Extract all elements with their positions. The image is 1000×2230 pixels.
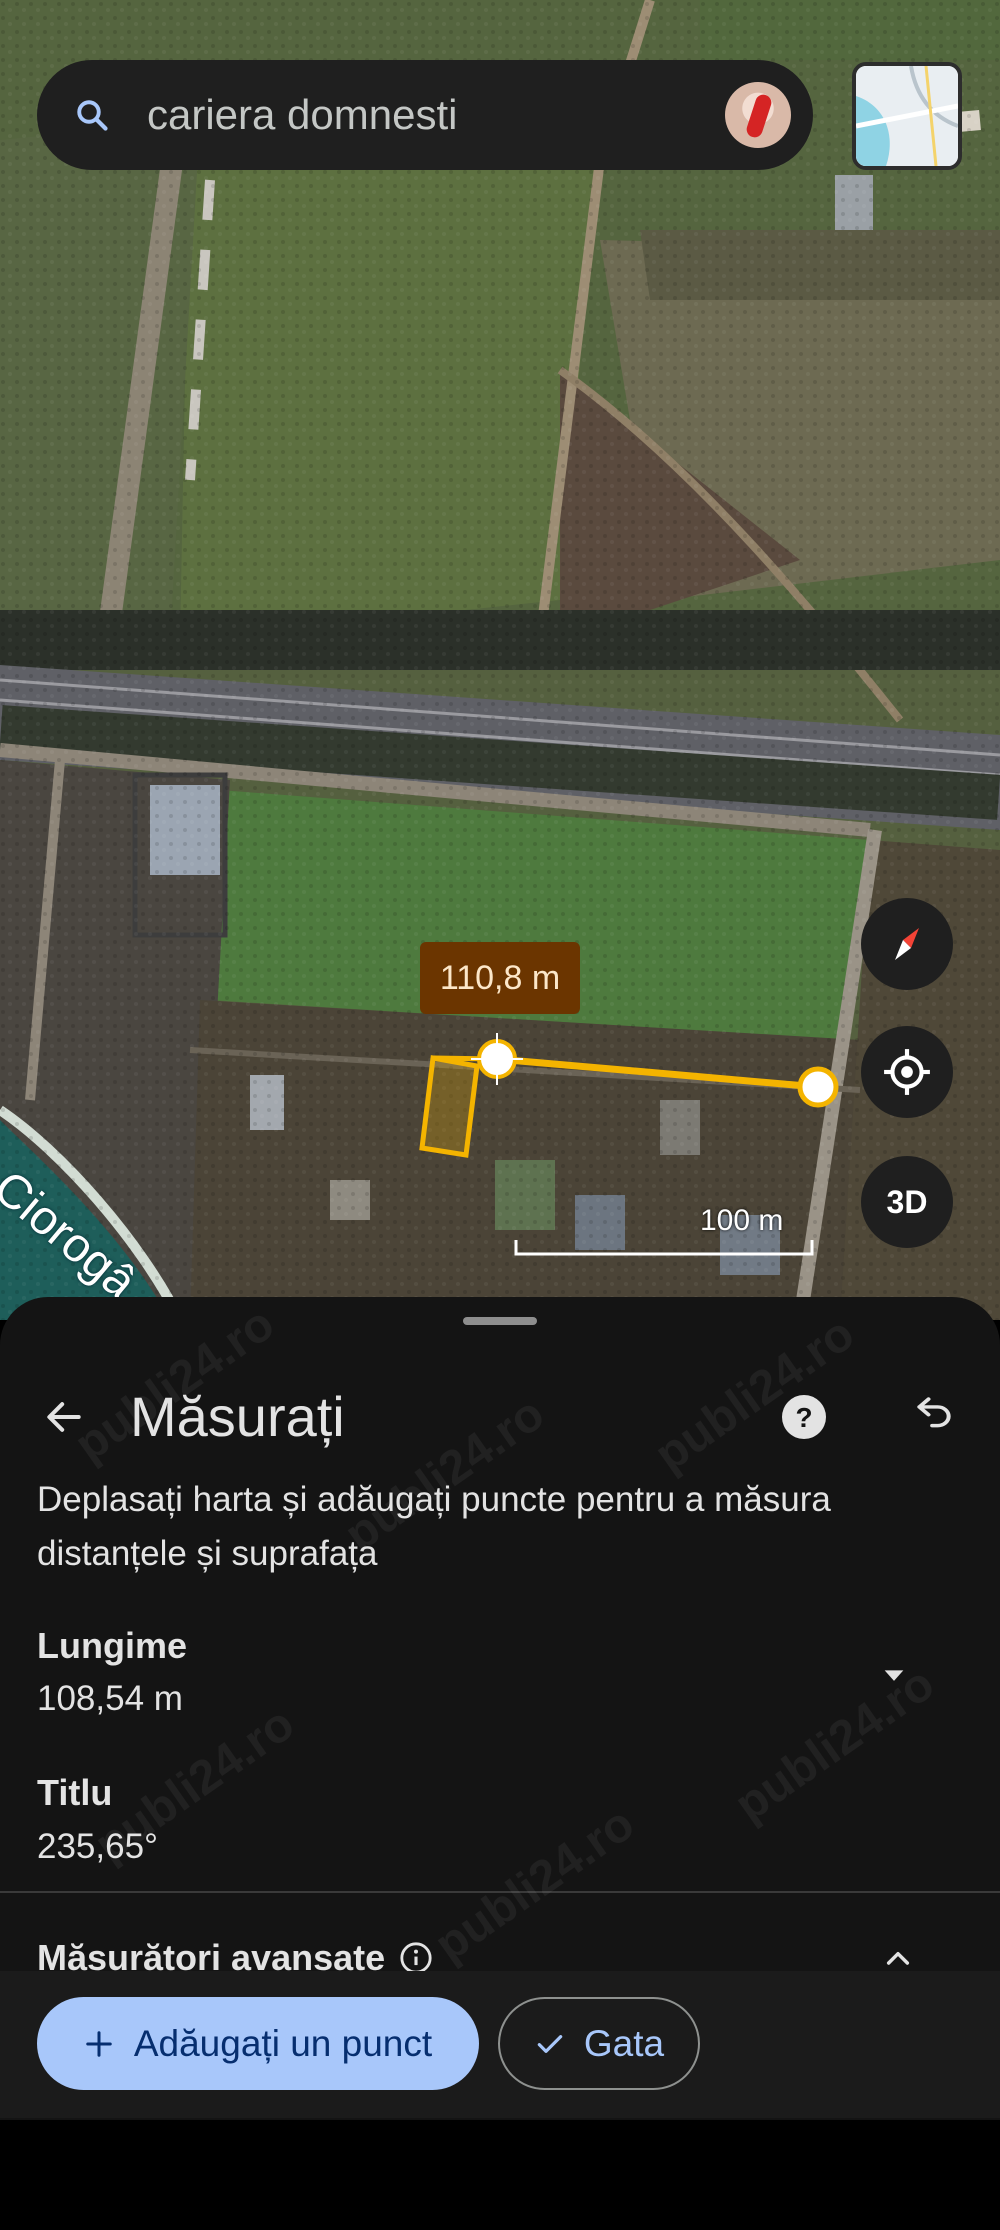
add-point-label: Adăugați un punct [133,2022,433,2064]
compass-button[interactable] [861,898,953,990]
my-location-button[interactable] [861,1026,953,1118]
system-navigation-bar [0,2120,1000,2230]
add-point-button[interactable]: Adăugați un punct [37,1997,479,2090]
arrow-back-icon [47,1402,81,1432]
heading-value: 235,65° [37,1827,159,1866]
help-icon: ? [782,1395,826,1439]
map-thumbnail-icon [856,66,958,166]
action-bar: Adăugați un punct Gata [0,1971,1000,2118]
length-value: 108,54 m [37,1679,183,1718]
measure-bottom-sheet: Măsurați ? Deplasați harta și adăugați p… [0,1297,1000,2120]
back-button[interactable] [28,1381,100,1453]
undo-icon [917,1397,951,1428]
info-icon[interactable] [399,1941,433,1975]
search-bar[interactable]: cariera domnesti [37,60,813,170]
distance-label: 110,8 m [420,942,580,1014]
undo-button[interactable] [898,1381,970,1453]
sheet-header: Măsurați ? [0,1367,1000,1467]
compass-icon [895,928,919,960]
divider [0,1891,1000,1893]
dropdown-arrow-icon [884,1670,904,1681]
plus-icon [86,2030,112,2057]
units-dropdown[interactable] [866,1647,922,1703]
done-button[interactable]: Gata [498,1997,700,2090]
satellite-imagery [0,0,1000,1320]
svg-text:?: ? [795,1402,812,1433]
crosshair-location-icon [884,1049,930,1095]
page-title: Măsurați [130,1385,345,1448]
scale-label: 100 m [700,1204,784,1237]
3d-toggle-button[interactable]: 3D [861,1156,953,1248]
measured-area-outline [419,1055,480,1158]
watermark: publi24.ro [425,1797,644,1972]
instructions-text: Deplasați harta și adăugați puncte pentr… [37,1480,831,1573]
map-layers-button[interactable] [852,62,962,170]
check-icon [537,2034,563,2053]
done-label: Gata [583,2022,665,2064]
search-icon [37,60,147,170]
satellite-map[interactable]: 110,8 m 100 m Ciorogâ cariera domnesti 3… [0,0,1000,1320]
length-label: Lungime [37,1625,187,1666]
drag-handle[interactable] [463,1317,537,1325]
account-avatar[interactable] [725,82,791,148]
search-query[interactable]: cariera domnesti [147,91,725,139]
measure-point-end[interactable] [797,1066,839,1108]
help-button[interactable]: ? [768,1381,840,1453]
heading-label: Titlu [37,1772,113,1813]
